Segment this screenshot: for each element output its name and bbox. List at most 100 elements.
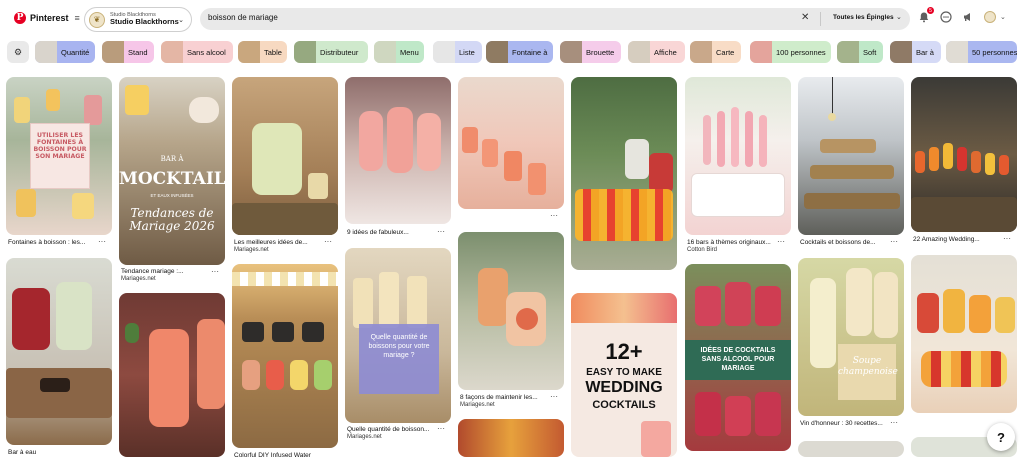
filter-chip[interactable]: Brouette bbox=[560, 41, 621, 63]
more-options-icon[interactable]: ··· bbox=[98, 237, 106, 246]
more-options-icon[interactable]: ··· bbox=[890, 237, 898, 246]
search-input[interactable]: boisson de mariage bbox=[208, 13, 278, 22]
profile-avatar[interactable] bbox=[984, 11, 996, 23]
search-bar[interactable]: boisson de mariage ✕ Toutes les Épingles… bbox=[200, 8, 910, 30]
filter-chip-thumbnail bbox=[238, 41, 260, 63]
filter-chip[interactable]: Carte bbox=[690, 41, 741, 63]
pin-card[interactable] bbox=[458, 232, 564, 390]
pin-overlay-text: Soupe champenoise bbox=[838, 344, 898, 400]
pin-title[interactable]: 16 bars à thèmes originaux... bbox=[687, 239, 771, 246]
more-options-icon[interactable]: ··· bbox=[211, 267, 219, 276]
pin-overlay-text: WEDDING bbox=[585, 379, 663, 396]
filter-chip[interactable]: Table bbox=[238, 41, 287, 63]
chevron-down-icon[interactable]: ⌄ bbox=[1000, 13, 1006, 21]
filter-chip[interactable]: Fontaine à bbox=[486, 41, 553, 63]
filter-chip-label: Sans alcool bbox=[187, 47, 226, 57]
messages-icon[interactable] bbox=[940, 11, 952, 23]
filter-bar: ⚙ Quantité Stand Sans alcool Table Distribut… bbox=[0, 41, 1024, 63]
pin-source[interactable]: Mariages.net bbox=[234, 247, 269, 253]
pin-card[interactable] bbox=[911, 77, 1017, 232]
pin-title[interactable]: 9 idées de fabuleux... bbox=[347, 229, 409, 236]
pin-card[interactable] bbox=[6, 258, 112, 445]
filter-settings-button[interactable]: ⚙ bbox=[7, 41, 29, 63]
pin-title[interactable]: Colorful DIY Infused Water bbox=[234, 452, 311, 459]
more-options-icon[interactable]: ··· bbox=[1003, 234, 1011, 243]
more-options-icon[interactable]: ··· bbox=[777, 237, 785, 246]
pin-title[interactable]: Vin d'honneur : 30 recettes... bbox=[800, 420, 883, 427]
filter-chip-label: Distributeur bbox=[320, 47, 359, 57]
filter-chip-thumbnail bbox=[946, 41, 968, 63]
pin-title[interactable]: Tendance mariage :... bbox=[121, 268, 184, 275]
pin-title[interactable]: Les meilleures idées de... bbox=[234, 239, 308, 246]
filter-chip[interactable]: 50 personnes bbox=[946, 41, 1017, 63]
filter-chip[interactable]: Sans alcool bbox=[161, 41, 233, 63]
pinterest-logo[interactable]: P Pinterest ≡ bbox=[14, 12, 80, 24]
filter-chip[interactable]: Stand bbox=[102, 41, 154, 63]
pin-card[interactable] bbox=[458, 77, 564, 209]
filter-chip-thumbnail bbox=[294, 41, 316, 63]
more-options-icon[interactable]: ··· bbox=[550, 211, 558, 220]
top-bar: P Pinterest ≡ ❦ Studio Blackthorns Studi… bbox=[0, 0, 1024, 38]
pin-overlay-text: 12+ bbox=[605, 339, 643, 364]
pin-card[interactable]: UTILISER LES FONTAINES À BOISSON POUR SO… bbox=[6, 77, 112, 235]
pin-title[interactable]: 8 façons de maintenir les... bbox=[460, 394, 538, 401]
filter-chip-label: Table bbox=[264, 47, 282, 57]
pin-card[interactable] bbox=[458, 419, 564, 457]
filter-chip[interactable]: 100 personnes bbox=[750, 41, 831, 63]
sliders-icon: ⚙ bbox=[13, 46, 23, 57]
filter-chip[interactable]: Soft bbox=[837, 41, 883, 63]
pin-card[interactable] bbox=[798, 441, 904, 457]
pin-card[interactable] bbox=[345, 77, 451, 224]
pin-card[interactable]: Quelle quantité de boissons pour votre m… bbox=[345, 248, 451, 423]
pin-title[interactable]: Cocktails et boissons de... bbox=[800, 239, 876, 246]
pin-card[interactable] bbox=[911, 255, 1017, 413]
filter-chip-label: 100 personnes bbox=[776, 47, 826, 57]
help-button[interactable]: ? bbox=[987, 423, 1015, 451]
pin-card[interactable] bbox=[119, 293, 225, 457]
filter-chip[interactable]: Menu bbox=[374, 41, 424, 63]
search-scope-dropdown[interactable]: Toutes les Épingles bbox=[833, 14, 894, 21]
account-avatar: ❦ bbox=[89, 11, 105, 28]
bell-icon[interactable]: 5 bbox=[918, 7, 934, 23]
pin-overlay-text: EASY TO MAKE bbox=[586, 367, 662, 378]
pin-grid: UTILISER LES FONTAINES À BOISSON POUR SO… bbox=[0, 77, 1024, 459]
filter-chip[interactable]: Bar à bbox=[890, 41, 941, 63]
filter-chip-label: Quantité bbox=[61, 47, 90, 57]
pin-title[interactable]: Quelle quantité de boisson... bbox=[347, 426, 429, 433]
pin-card[interactable]: IDÉES DE COCKTAILS SANS ALCOOL POUR MARI… bbox=[685, 264, 791, 451]
pin-title[interactable]: Fontaines à boisson : les... bbox=[8, 239, 85, 246]
more-options-icon[interactable]: ··· bbox=[890, 418, 898, 427]
pin-card[interactable]: BAR À MOCKTAIL ET EAUX INFUSÉES Tendance… bbox=[119, 77, 225, 265]
filter-chip[interactable]: Quantité bbox=[35, 41, 95, 63]
account-switcher[interactable]: ❦ Studio Blackthorns Studio Blackthorns … bbox=[84, 7, 192, 32]
menu-icon[interactable]: ≡ bbox=[75, 13, 80, 23]
pin-source[interactable]: Cotton Bird bbox=[687, 247, 717, 253]
pin-card[interactable]: Soupe champenoise bbox=[798, 258, 904, 416]
pin-card[interactable] bbox=[571, 77, 677, 270]
pin-card[interactable] bbox=[232, 264, 338, 448]
filter-chip[interactable]: Distributeur bbox=[294, 41, 368, 63]
filter-chip-thumbnail bbox=[628, 41, 650, 63]
megaphone-icon[interactable] bbox=[962, 11, 974, 23]
pin-source[interactable]: Mariages.net bbox=[121, 276, 156, 282]
pin-title[interactable]: 22 Amazing Wedding... bbox=[913, 236, 980, 243]
chevron-down-icon: ⌄ bbox=[896, 14, 902, 21]
pin-card[interactable]: 12+ EASY TO MAKE WEDDING COCKTAILS bbox=[571, 293, 677, 457]
pin-card[interactable] bbox=[685, 77, 791, 235]
clear-search-icon[interactable]: ✕ bbox=[801, 12, 809, 23]
filter-chip-thumbnail bbox=[486, 41, 508, 63]
pin-source[interactable]: Mariages.net bbox=[460, 402, 495, 408]
pin-card[interactable] bbox=[232, 77, 338, 235]
pin-title[interactable]: Bar à eau bbox=[8, 449, 36, 456]
filter-chip-thumbnail bbox=[560, 41, 582, 63]
more-options-icon[interactable]: ··· bbox=[324, 237, 332, 246]
filter-chip[interactable]: Affiche bbox=[628, 41, 685, 63]
pin-card[interactable] bbox=[798, 77, 904, 235]
pin-source[interactable]: Mariages.net bbox=[347, 434, 382, 440]
more-options-icon[interactable]: ··· bbox=[550, 392, 558, 401]
more-options-icon[interactable]: ··· bbox=[437, 424, 445, 433]
filter-chip-label: Bar à bbox=[916, 47, 934, 57]
more-options-icon[interactable]: ··· bbox=[437, 227, 445, 236]
filter-chip[interactable]: Liste bbox=[433, 41, 482, 63]
filter-chip-thumbnail bbox=[890, 41, 912, 63]
